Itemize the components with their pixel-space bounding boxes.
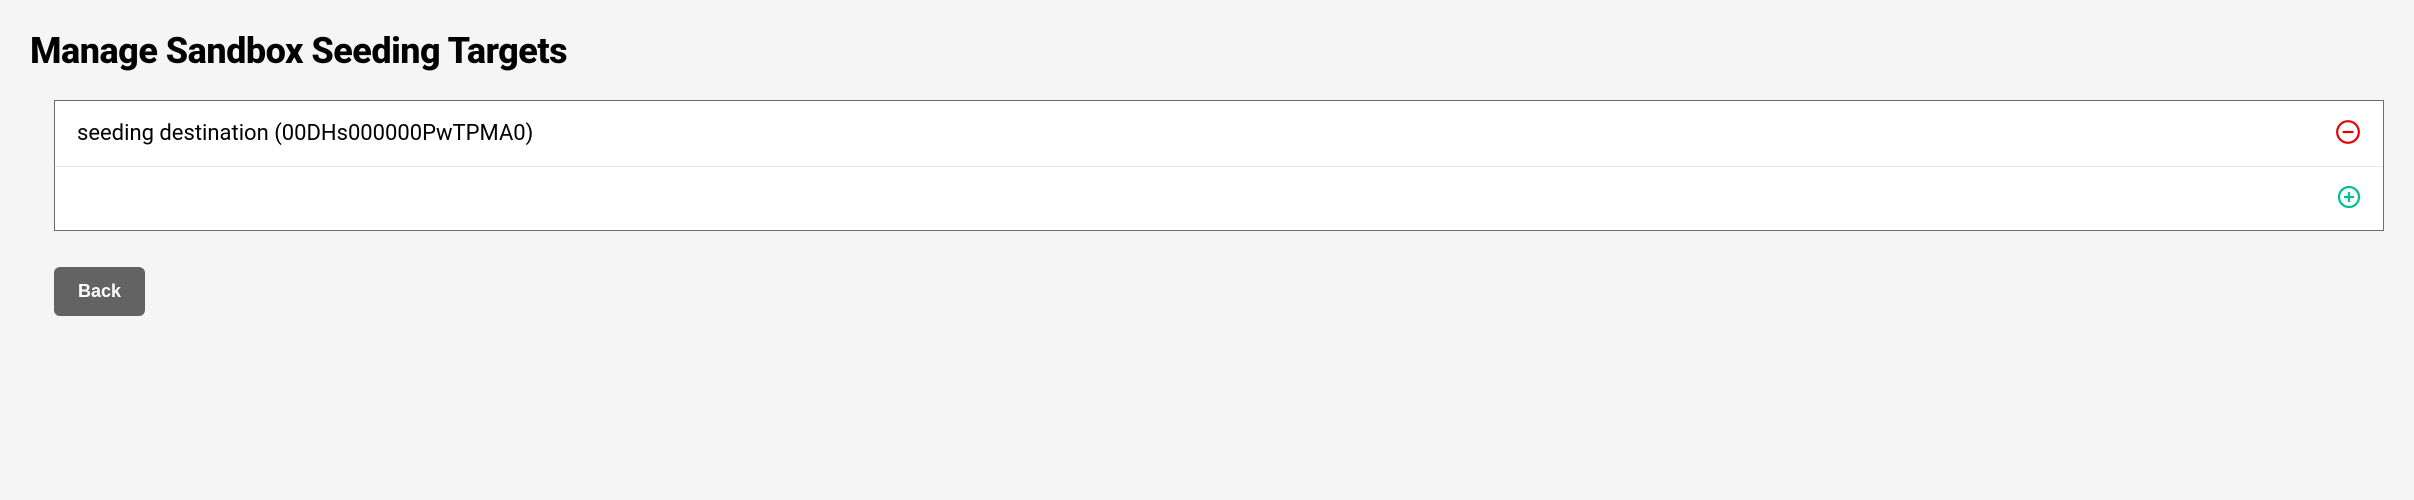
- target-label: seeding destination (00DHs000000PwTPMA0): [77, 121, 533, 146]
- page-title: Manage Sandbox Seeding Targets: [30, 30, 2384, 72]
- target-row: seeding destination (00DHs000000PwTPMA0): [55, 101, 2383, 167]
- add-target-button[interactable]: [2337, 185, 2361, 212]
- add-target-row: [55, 167, 2383, 230]
- back-button[interactable]: Back: [54, 267, 145, 316]
- remove-target-button[interactable]: [2335, 119, 2361, 148]
- targets-list: seeding destination (00DHs000000PwTPMA0): [54, 100, 2384, 231]
- add-icon: [2337, 185, 2361, 212]
- remove-icon: [2335, 119, 2361, 148]
